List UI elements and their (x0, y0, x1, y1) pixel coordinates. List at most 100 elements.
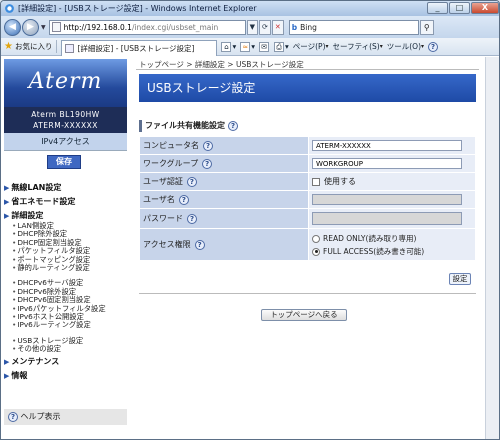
home-icon[interactable]: ⌂ ▾ (221, 41, 236, 52)
feeds-icon[interactable]: ≈ ▾ (240, 41, 255, 52)
table-row: ユーザ名? (139, 190, 476, 209)
help-icon[interactable]: ? (203, 140, 213, 151)
main-panel: トップページ > 詳細設定 > USBストレージ設定 USBストレージ設定 ファ… (136, 57, 479, 439)
address-bar: ◀ ▶ ▼ http://192.168.0.1/index.cgi/usbse… (1, 16, 499, 38)
sidebar-item-static-routing[interactable]: 静的ルーティング設定 (4, 263, 127, 272)
search-input[interactable]: b Bing (288, 19, 419, 35)
tab-page-icon (65, 43, 75, 53)
stop-button[interactable]: ✕ (271, 19, 284, 35)
title-bar: [詳細設定] - [USBストレージ設定] - Windows Internet… (1, 1, 499, 16)
help-display-link[interactable]: ? ヘルプ表示 (4, 409, 127, 425)
help-icon[interactable]: ? (186, 176, 197, 187)
user-name-field[interactable] (312, 194, 462, 205)
help-icon[interactable]: ? (187, 213, 197, 224)
forward-button[interactable]: ▶ (22, 18, 39, 36)
back-button[interactable]: ◀ (4, 18, 21, 36)
user-name-label-cell: ユーザ名? (139, 190, 309, 209)
computer-name-field[interactable] (312, 140, 462, 151)
chevron-right-icon: ▶ (4, 184, 10, 192)
sidebar-item-maintenance[interactable]: ▶ メンテナンス (4, 356, 127, 368)
full-access-label: FULL ACCESS(読み書き可能) (323, 246, 425, 256)
read-only-radio[interactable] (312, 234, 320, 243)
sidebar-item-other[interactable]: その他の設定 (4, 344, 127, 353)
password-value-cell (308, 208, 476, 229)
refresh-button[interactable]: ⟳ (259, 19, 271, 35)
computer-name-label: コンピュータ名 (143, 141, 199, 150)
help-icon[interactable]: ? (228, 120, 238, 131)
vertical-scrollbar[interactable] (485, 57, 499, 439)
workgroup-field[interactable] (312, 158, 462, 169)
table-row: アクセス権限? READ ONLY(読み取り専用) FULL ACCESS(読み… (139, 228, 476, 261)
divider (136, 69, 479, 70)
favorites-bar: ★ お気に入り [詳細設定] - [USBストレージ設定] ⌂ ▾ ≈ ▾ ✉ ⎙ ▾… (1, 38, 499, 56)
workgroup-value-cell (308, 154, 476, 173)
chevron-down-icon[interactable]: ▼ (41, 24, 46, 31)
favorites-button[interactable]: お気に入り (15, 41, 53, 52)
help-icon[interactable]: ? (428, 41, 439, 52)
aterm-logo: Aterm (4, 59, 127, 107)
search-engine-label: Bing (300, 22, 317, 32)
safety-menu[interactable]: セーフティ(S) (333, 41, 380, 52)
sidebar-item-label: メンテナンス (11, 356, 60, 366)
url-dropdown-button[interactable]: ▼ (246, 19, 259, 35)
sidebar-item-ipv6-routing[interactable]: IPv6ルーティング設定 (4, 321, 127, 330)
computer-name-value-cell (308, 136, 476, 155)
browser-tab[interactable]: [詳細設定] - [USBストレージ設定] (61, 39, 218, 56)
chevron-right-icon: ▶ (4, 371, 10, 380)
help-icon[interactable]: ? (202, 158, 213, 169)
workgroup-label: ワークグループ (143, 159, 199, 168)
section-title: ファイル共有機能設定? (139, 120, 238, 132)
page-title: USBストレージ設定 (139, 74, 476, 102)
search-button[interactable]: ⚲ (419, 19, 434, 35)
password-label: パスワード (143, 214, 183, 223)
maximize-button[interactable]: □ (449, 2, 470, 14)
chevron-right-icon: ▶ (4, 198, 10, 206)
page-content: Aterm Aterm BL190HW ATERM-XXXXXX IPv4アクセ… (1, 57, 499, 439)
url-path: /index.cgi/usbset_main (131, 22, 219, 32)
chevron-right-icon: ▶ (4, 212, 10, 220)
read-only-option[interactable]: READ ONLY(読み取り専用) (312, 232, 475, 245)
divider (56, 40, 58, 53)
section-title-label: ファイル共有機能設定 (145, 121, 225, 130)
file-share-settings-table: コンピュータ名? ワークグループ? ユーザ認証? 使用する ユーザ名? パスワー… (139, 136, 476, 261)
password-field[interactable] (312, 212, 462, 225)
set-button[interactable]: 設定 (449, 273, 471, 285)
ie-icon (5, 4, 14, 13)
user-name-label: ユーザ名 (143, 195, 175, 204)
help-label: ヘルプ表示 (20, 412, 61, 421)
back-to-top-button[interactable]: トップページへ戻る (261, 309, 347, 321)
sidebar-item-wireless-lan[interactable]: ▶ 無線LAN設定 (4, 182, 127, 194)
help-icon: ? (8, 411, 18, 422)
full-access-radio[interactable] (312, 247, 320, 256)
url-host: http://192.168.0.1 (63, 22, 132, 32)
tab-title: [詳細設定] - [USBストレージ設定] (77, 43, 195, 53)
tools-menu[interactable]: ツール(O) (387, 41, 421, 52)
user-auth-label-cell: ユーザ認証? (139, 172, 309, 191)
print-icon[interactable]: ⎙ ▾ (274, 41, 289, 52)
bing-icon: b (291, 22, 298, 32)
sidebar-item-eco-mode[interactable]: ▶ 省エネモード設定 (4, 196, 127, 208)
full-access-option[interactable]: FULL ACCESS(読み書き可能) (312, 245, 475, 258)
page-menu[interactable]: ページ(P) (293, 41, 326, 52)
mail-icon[interactable]: ✉ (259, 41, 270, 52)
sidebar-item-label: 無線LAN設定 (11, 183, 62, 192)
page-icon (51, 22, 61, 32)
model-name: Aterm BL190HW (31, 110, 100, 119)
close-button[interactable]: X (471, 2, 499, 14)
help-icon[interactable]: ? (178, 194, 189, 205)
chevron-right-icon: ▶ (4, 357, 10, 366)
favorites-star-icon[interactable]: ★ (4, 41, 13, 52)
sidebar-item-label: 情報 (11, 370, 28, 380)
sidebar-menu: ▶無線LAN設定 ▶省エネモード設定 ▶詳細設定 LAN側設定 DHCP除外設定… (4, 180, 127, 382)
sidebar-item-info[interactable]: ▶ 情報 (4, 370, 127, 382)
url-field[interactable]: http://192.168.0.1/index.cgi/usbset_main (48, 19, 246, 35)
workgroup-label-cell: ワークグループ? (139, 154, 309, 173)
window-title: [詳細設定] - [USBストレージ設定] - Windows Internet… (18, 4, 257, 13)
help-icon[interactable]: ? (194, 239, 205, 250)
model-info: Aterm BL190HW ATERM-XXXXXX (4, 107, 127, 133)
user-auth-checkbox[interactable] (312, 177, 320, 186)
save-button[interactable]: 保存 (47, 155, 81, 169)
minimize-button[interactable]: _ (427, 2, 448, 14)
user-name-value-cell (308, 190, 476, 209)
read-only-label: READ ONLY(読み取り専用) (323, 233, 417, 243)
